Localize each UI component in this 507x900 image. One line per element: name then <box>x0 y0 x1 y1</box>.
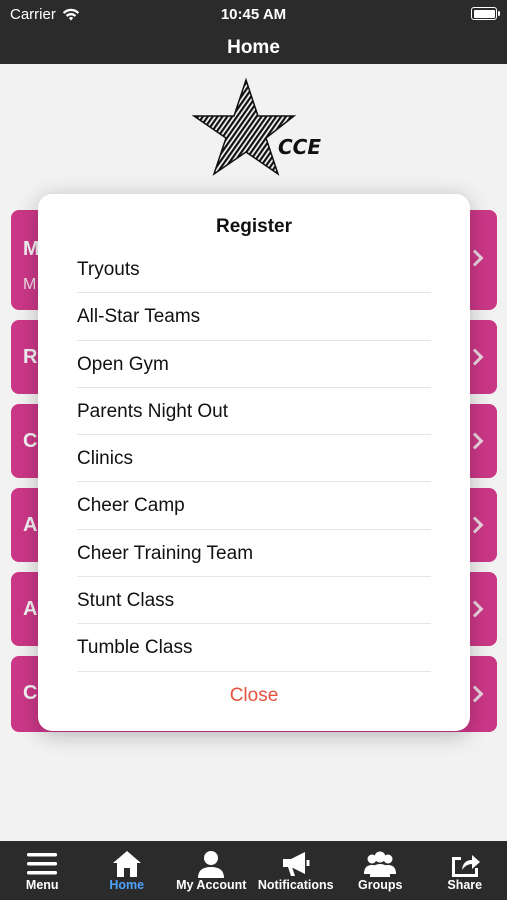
page-title: Home <box>227 37 280 58</box>
home-icon <box>112 851 141 877</box>
register-options-list: Tryouts All-Star Teams Open Gym Parents … <box>77 246 431 672</box>
tab-menu[interactable]: Menu <box>0 841 85 900</box>
tab-groups[interactable]: Groups <box>338 841 423 900</box>
status-time: 10:45 AM <box>220 6 287 23</box>
tab-home[interactable]: Home <box>85 841 170 900</box>
option-open-gym[interactable]: Open Gym <box>77 341 431 388</box>
menu-icon <box>27 853 58 875</box>
tab-label: Groups <box>358 878 403 892</box>
tab-share[interactable]: Share <box>423 841 507 900</box>
top-bar: Carrier 10:45 AM Home <box>0 0 507 64</box>
tab-label: My Account <box>176 878 247 892</box>
option-cheer-camp[interactable]: Cheer Camp <box>77 482 431 530</box>
register-dialog: Register Tryouts All-Star Teams Open Gym… <box>38 194 470 731</box>
close-button[interactable]: Close <box>38 685 470 707</box>
tab-label: Share <box>447 878 483 892</box>
option-all-star-teams[interactable]: All-Star Teams <box>77 293 431 341</box>
tab-bar: Menu Home My Account Notifications Group… <box>0 841 507 900</box>
person-icon <box>198 851 225 878</box>
tab-label: Notifications <box>257 878 334 892</box>
battery-icon <box>471 7 500 20</box>
option-clinics[interactable]: Clinics <box>77 435 431 483</box>
option-parents-night-out[interactable]: Parents Night Out <box>77 388 431 436</box>
dialog-title: Register <box>215 216 293 237</box>
option-cheer-training-team[interactable]: Cheer Training Team <box>77 530 431 578</box>
tab-my-account[interactable]: My Account <box>169 841 254 900</box>
tab-label: Menu <box>25 878 59 892</box>
share-icon <box>451 855 480 877</box>
option-stunt-class[interactable]: Stunt Class <box>77 577 431 625</box>
megaphone-icon <box>282 852 310 876</box>
option-tryouts[interactable]: Tryouts <box>77 246 431 294</box>
group-icon <box>364 851 397 877</box>
status-bar: Carrier 10:45 AM <box>0 0 507 28</box>
tab-notifications[interactable]: Notifications <box>254 841 339 900</box>
tab-label: Home <box>109 878 145 892</box>
option-tumble-class[interactable]: Tumble Class <box>77 624 431 672</box>
